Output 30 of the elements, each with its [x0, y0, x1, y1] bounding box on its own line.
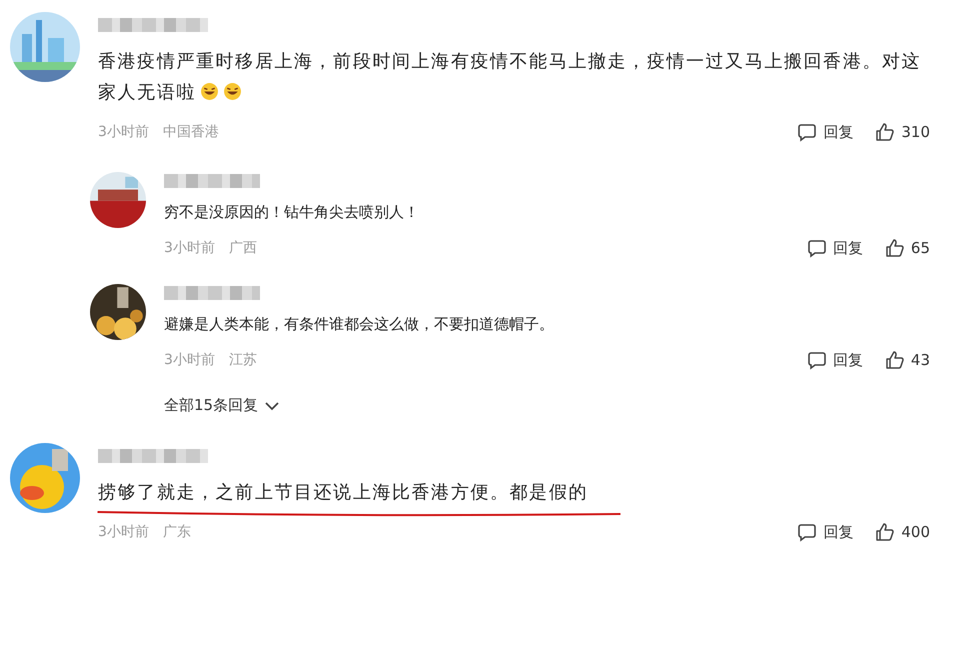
- comment-text: 香港疫情严重时移居上海，前段时间上海有疫情不能马上撤走，疫情一过又马上搬回香港。对这家人无语啦: [98, 50, 922, 105]
- chevron-down-icon: [264, 400, 280, 410]
- comment-time: 3小时前: [98, 123, 149, 141]
- reply-text: 避嫌是人类本能，有条件谁都会这么做，不要扣道德帽子。: [164, 314, 554, 335]
- thumbs-up-icon: [884, 350, 905, 370]
- comment-location: 广西: [228, 239, 257, 257]
- like-button[interactable]: 400: [875, 522, 930, 542]
- speech-bubble-icon: [806, 350, 827, 370]
- thumbs-up-icon: [875, 122, 896, 142]
- thumbs-up-icon: [884, 238, 905, 258]
- like-button[interactable]: 65: [884, 238, 930, 258]
- comment-location: 中国香港: [162, 123, 219, 141]
- comment-time: 3小时前: [164, 351, 215, 369]
- reply-text: 穷不是没原因的！钻牛角尖去喷别人！: [164, 202, 419, 223]
- comment-time: 3小时前: [164, 239, 215, 257]
- reply-button[interactable]: 回复: [806, 350, 863, 370]
- comment-location: 江苏: [228, 351, 257, 369]
- comment-time: 3小时前: [98, 523, 149, 541]
- more-replies-link[interactable]: 全部15条回复: [164, 396, 280, 415]
- reply-button[interactable]: 回复: [797, 522, 854, 542]
- speech-bubble-icon: [797, 522, 818, 542]
- reply-button[interactable]: 回复: [797, 122, 854, 142]
- comment-text: 捞够了就走，之前上节目还说上海比香港方便。都是假的: [98, 477, 588, 508]
- like-button[interactable]: 310: [875, 122, 930, 142]
- comment-location: 广东: [162, 523, 191, 541]
- speech-bubble-icon: [806, 238, 827, 258]
- like-button[interactable]: 43: [884, 350, 930, 370]
- speech-bubble-icon: [797, 122, 818, 142]
- thumbs-up-icon: [875, 522, 896, 542]
- reply-button[interactable]: 回复: [806, 238, 863, 258]
